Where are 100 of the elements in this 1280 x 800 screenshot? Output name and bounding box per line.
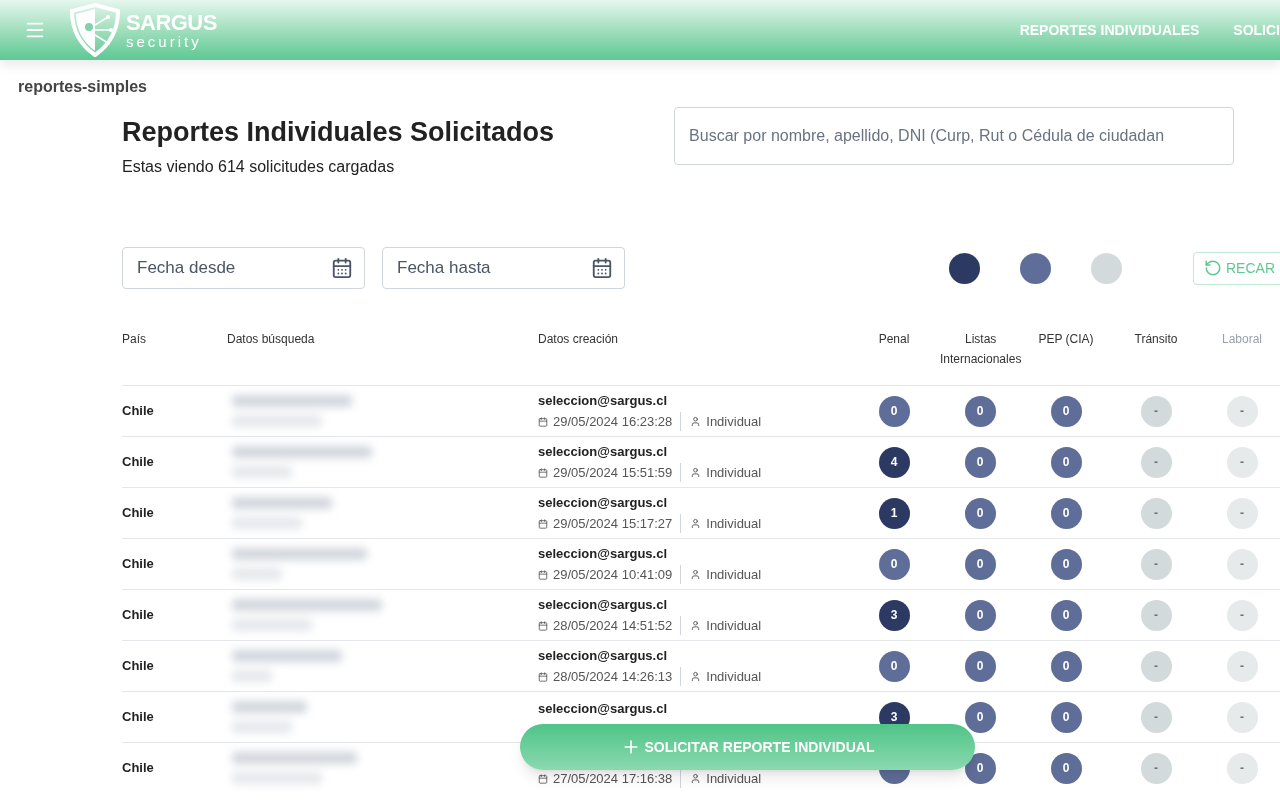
- creator-email: seleccion@sargus.cl: [538, 595, 668, 611]
- reload-icon: [1204, 259, 1222, 277]
- created-date: 28/05/2024 14:26:13: [553, 666, 682, 687]
- country-cell-text: Chile: [122, 504, 155, 523]
- report-type: Individual: [706, 412, 762, 431]
- count-badge: 0: [964, 395, 996, 427]
- country-cell-text: Chile: [122, 759, 155, 778]
- calendar-icon: [538, 569, 548, 580]
- calendar-icon[interactable]: [331, 257, 353, 279]
- count-badge: -: [1140, 548, 1172, 580]
- created-date: 29/05/2024 15:51:59: [553, 462, 682, 483]
- column-header: PEP (CIA): [1038, 331, 1094, 348]
- count-badge: 0: [964, 446, 996, 478]
- count-badge: 3: [878, 599, 910, 631]
- column-header: Datos creación: [538, 331, 619, 348]
- count-badge: 0: [1050, 650, 1082, 682]
- count-badge: 0: [878, 395, 910, 427]
- count-badge: -: [1226, 395, 1258, 427]
- page-title: Reportes Individuales Solicitados: [122, 116, 555, 149]
- logo-tagline: security: [126, 33, 203, 49]
- creator-email: seleccion@sargus.cl: [538, 391, 668, 407]
- count-badge: 0: [964, 497, 996, 529]
- count-badge: 0: [964, 752, 996, 784]
- person-icon: [690, 620, 702, 631]
- person-icon: [690, 467, 702, 478]
- person-icon: [690, 518, 702, 529]
- creator-email: seleccion@sargus.cl: [538, 493, 668, 509]
- person-icon: [690, 773, 702, 784]
- calendar-icon: [538, 773, 548, 784]
- column-header: Listas Internacionales: [940, 331, 1022, 368]
- created-date: 29/05/2024 10:41:09: [553, 564, 682, 585]
- country-cell-text: Chile: [122, 657, 155, 676]
- logo-name: SARGUS: [126, 11, 217, 34]
- request-count: Estas viendo 614 solicitudes cargadas: [122, 157, 396, 177]
- count-badge: -: [1140, 650, 1172, 682]
- country-cell-text: Chile: [122, 453, 155, 472]
- calendar-icon: [538, 416, 548, 427]
- request-report-button[interactable]: SOLICITAR REPORTE INDIVIDUAL: [520, 724, 975, 770]
- count-badge: 0: [1050, 395, 1082, 427]
- nav-link[interactable]: REPORTES INDIVIDUALES: [1019, 19, 1200, 41]
- count-badge: -: [1140, 446, 1172, 478]
- person-icon: [690, 569, 702, 580]
- count-badge: 0: [964, 548, 996, 580]
- creator-email: seleccion@sargus.cl: [538, 544, 668, 560]
- report-type: Individual: [706, 769, 762, 788]
- date-field[interactable]: Fecha desde: [122, 247, 365, 289]
- created-date: 28/05/2024 14:51:52: [553, 615, 682, 636]
- search-field[interactable]: Buscar por nombre, apellido, DNI (Curp, Rut o Cédula de ciudadan: [674, 107, 1235, 165]
- column-header: País: [122, 331, 146, 348]
- count-badge: 0: [964, 701, 996, 733]
- breadcrumb: reportes-simples: [18, 77, 148, 97]
- count-badge: 0: [1050, 701, 1082, 733]
- creator-email: seleccion@sargus.cl: [538, 699, 668, 715]
- column-header: Tránsito: [1134, 331, 1178, 348]
- count-badge: 0: [964, 650, 996, 682]
- shield-logo-icon: [68, 3, 122, 57]
- count-badge: -: [1226, 650, 1258, 682]
- count-badge: -: [1226, 752, 1258, 784]
- person-icon: [690, 671, 702, 682]
- count-badge: 1: [878, 497, 910, 529]
- count-badge: 0: [1050, 497, 1082, 529]
- country-cell-text: Chile: [122, 708, 155, 727]
- count-badge: 0: [1050, 599, 1082, 631]
- report-type: Individual: [706, 514, 762, 533]
- date-field[interactable]: Fecha hasta: [382, 247, 625, 289]
- created-date: 29/05/2024 15:17:27: [553, 513, 682, 534]
- country-cell-text: Chile: [122, 606, 155, 625]
- report-type: Individual: [706, 616, 762, 635]
- count-badge: 4: [878, 446, 910, 478]
- report-type: Individual: [706, 565, 762, 584]
- column-header: Laboral: [1222, 331, 1262, 348]
- count-badge: 0: [1050, 446, 1082, 478]
- count-badge: -: [1226, 599, 1258, 631]
- calendar-icon[interactable]: [591, 257, 613, 279]
- calendar-icon: [538, 620, 548, 631]
- column-header: Penal: [878, 331, 910, 348]
- count-badge: 0: [964, 599, 996, 631]
- column-header: Datos búsqueda: [227, 331, 315, 348]
- count-badge: 0: [878, 650, 910, 682]
- calendar-icon: [538, 467, 548, 478]
- count-badge: -: [1140, 752, 1172, 784]
- calendar-icon: [538, 671, 548, 682]
- count-badge: -: [1226, 701, 1258, 733]
- count-badge: 0: [1050, 548, 1082, 580]
- person-icon: [690, 416, 702, 427]
- nav-link[interactable]: SOLICI: [1233, 19, 1280, 41]
- creator-email: seleccion@sargus.cl: [538, 646, 668, 662]
- count-badge: -: [1226, 497, 1258, 529]
- country-cell-text: Chile: [122, 402, 155, 421]
- creator-email: seleccion@sargus.cl: [538, 442, 668, 458]
- count-badge: -: [1140, 701, 1172, 733]
- count-badge: 0: [1050, 752, 1082, 784]
- count-badge: -: [1226, 548, 1258, 580]
- count-badge: -: [1140, 599, 1172, 631]
- reload-button[interactable]: RECAR: [1193, 251, 1280, 285]
- count-badge: -: [1140, 395, 1172, 427]
- report-type: Individual: [706, 463, 762, 482]
- report-type: Individual: [706, 667, 762, 686]
- count-badge: -: [1140, 497, 1172, 529]
- calendar-icon: [538, 518, 548, 529]
